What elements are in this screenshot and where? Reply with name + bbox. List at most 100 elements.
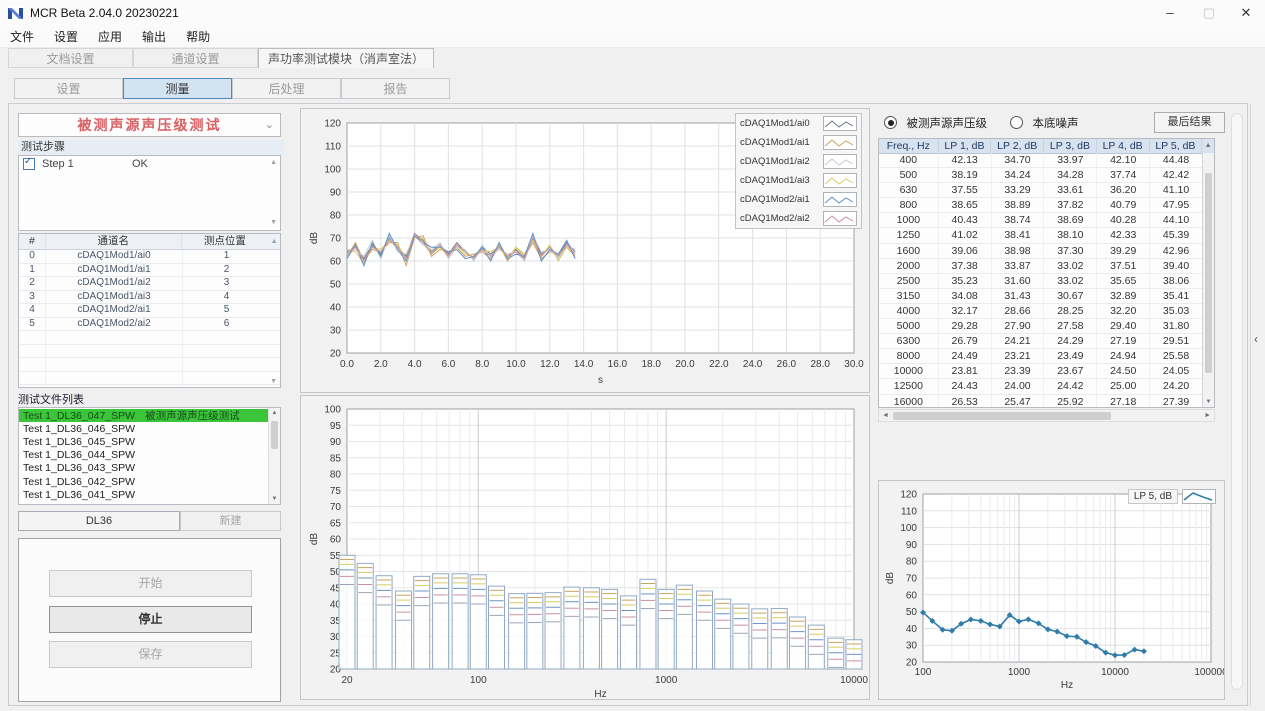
menu-item-3[interactable]: 输出 xyxy=(132,27,176,47)
steps-listbox[interactable]: Step 1 OK ▲ ▼ xyxy=(18,155,281,231)
table-row[interactable]: 125041.0238.4138.1042.3345.39 xyxy=(879,228,1202,243)
sub-tab-0[interactable]: 设置 xyxy=(14,78,123,99)
radio-source[interactable]: 被测声源声压级 xyxy=(884,114,987,132)
step-checkbox[interactable] xyxy=(23,158,35,170)
table-row[interactable]: 63037.5533.2933.6136.2041.10 xyxy=(879,183,1202,198)
main-tab-2[interactable]: 声功率测试模块（消声室法） xyxy=(258,48,434,68)
chevron-down-icon[interactable]: ⌄ xyxy=(265,118,274,131)
scroll-up-icon[interactable]: ▲ xyxy=(268,234,280,249)
table-row[interactable]: 160039.0638.9837.3039.2942.96 xyxy=(879,244,1202,259)
scroll-down-icon[interactable]: ▼ xyxy=(270,378,277,385)
result-col-header[interactable]: LP 3, dB xyxy=(1044,139,1097,153)
scroll-right-icon[interactable]: ► xyxy=(1204,412,1211,419)
sub-tab-3[interactable]: 报告 xyxy=(341,78,450,99)
menu-item-4[interactable]: 帮助 xyxy=(176,27,220,47)
table-row[interactable]: 1600026.5325.4725.9227.1827.39 xyxy=(879,395,1202,409)
step-name[interactable]: Step 1 xyxy=(42,158,132,170)
table-row[interactable] xyxy=(19,331,280,345)
result-col-header[interactable]: LP 2, dB xyxy=(991,139,1044,153)
radio-on-icon[interactable] xyxy=(884,116,897,129)
start-button[interactable]: 开始 xyxy=(49,570,252,597)
stop-button[interactable]: 停止 xyxy=(49,606,252,633)
menu-item-0[interactable]: 文件 xyxy=(0,27,44,47)
new-button[interactable]: 新建 xyxy=(180,511,281,531)
scroll-down-icon[interactable]: ▼ xyxy=(269,496,280,502)
scroll-thumb[interactable] xyxy=(271,421,278,449)
table-row[interactable]: 315034.0831.4330.6732.8935.41 xyxy=(879,289,1202,304)
table-row[interactable] xyxy=(19,372,280,386)
scroll-up-icon[interactable]: ▲ xyxy=(269,410,280,416)
scroll-down-icon[interactable]: ▼ xyxy=(1203,399,1214,405)
table-row[interactable]: 50038.1934.2434.2837.7442.42 xyxy=(879,168,1202,183)
table-row[interactable] xyxy=(19,385,280,388)
channel-table[interactable]: #通道名测点位置▲0cDAQ1Mod1/ai011cDAQ1Mod1/ai122… xyxy=(18,233,281,388)
collapse-left-icon[interactable]: ‹ xyxy=(1254,332,1258,346)
radio-background-noise[interactable]: 本底噪声 xyxy=(1010,114,1078,132)
list-item[interactable]: Test 1_DL36_046_SPW xyxy=(19,422,268,435)
table-row[interactable]: 0cDAQ1Mod1/ai01 xyxy=(19,250,280,264)
table-row[interactable]: 400032.1728.6628.2532.2035.03 xyxy=(879,304,1202,319)
scroll-up-icon[interactable]: ▲ xyxy=(1202,139,1214,153)
scroll-down-icon[interactable]: ▼ xyxy=(270,219,277,227)
table-row[interactable]: 800024.4923.2123.4924.9425.58 xyxy=(879,349,1202,364)
minimize-icon[interactable]: – xyxy=(1153,0,1187,26)
table-row[interactable]: 250035.2331.6033.0235.6538.06 xyxy=(879,274,1202,289)
table-row[interactable] xyxy=(19,358,280,372)
sub-tab-1[interactable]: 测量 xyxy=(123,78,232,99)
step-status: OK xyxy=(132,158,148,170)
maximize-icon[interactable]: ▢ xyxy=(1192,0,1226,26)
app-logo-icon xyxy=(8,6,23,21)
table-row[interactable]: 4cDAQ1Mod2/ai15 xyxy=(19,304,280,318)
final-result-button[interactable]: 最后结果 xyxy=(1154,112,1225,133)
table-row[interactable]: 40042.1334.7033.9742.1044.48 xyxy=(879,153,1202,168)
result-table-header: Freq., HzLP 1, dBLP 2, dBLP 3, dBLP 4, d… xyxy=(879,139,1214,154)
table-row[interactable]: 200037.3833.8733.0237.5139.40 xyxy=(879,259,1202,274)
dl36-button[interactable]: DL36 xyxy=(18,511,180,531)
list-item[interactable]: Test 1_DL36_042_SPW xyxy=(19,475,268,488)
svg-text:100: 100 xyxy=(900,523,917,534)
list-item[interactable]: Test 1_DL36_041_SPW xyxy=(19,488,268,501)
result-col-header[interactable]: LP 1, dB xyxy=(939,139,992,153)
menu-item-2[interactable]: 应用 xyxy=(88,27,132,47)
table-row[interactable]: 500029.2827.9027.5829.4031.80 xyxy=(879,319,1202,334)
test-type-combobox[interactable]: 被测声源声压级测试 ⌄ xyxy=(18,113,281,137)
legend-label: cDAQ1Mod1/ai0 xyxy=(740,118,823,129)
collapse-splitter[interactable]: ‹ xyxy=(1250,104,1264,706)
right-scroll-strip[interactable] xyxy=(1231,113,1243,690)
file-list-scrollbar[interactable]: ▲▼ xyxy=(268,408,280,504)
main-tab-1[interactable]: 通道设置 xyxy=(133,48,258,68)
table-row[interactable]: 100040.4338.7438.6940.2844.10 xyxy=(879,213,1202,228)
table-row[interactable]: 1000023.8123.3923.6724.5024.05 xyxy=(879,364,1202,379)
close-icon[interactable]: ✕ xyxy=(1229,0,1263,26)
result-col-header[interactable]: LP 4, dB xyxy=(1097,139,1150,153)
result-col-header[interactable]: Freq., Hz xyxy=(879,139,939,153)
main-tab-0[interactable]: 文档设置 xyxy=(8,48,133,68)
table-row[interactable]: 2cDAQ1Mod1/ai23 xyxy=(19,277,280,291)
list-item[interactable]: Test 1_DL36_043_SPW xyxy=(19,462,268,475)
hscroll-thumb[interactable] xyxy=(893,412,1111,420)
table-row[interactable]: 3cDAQ1Mod1/ai34 xyxy=(19,291,280,305)
channel-col-header: 测点位置 xyxy=(182,234,268,249)
test-file-list[interactable]: Test 1_DL36_047_SPW被测声源声压级测试Test 1_DL36_… xyxy=(18,407,281,505)
list-item[interactable]: Test 1_DL36_044_SPW xyxy=(19,449,268,462)
table-row[interactable]: 5cDAQ1Mod2/ai26 xyxy=(19,318,280,332)
radio-off-icon[interactable] xyxy=(1010,116,1023,129)
list-item[interactable]: Test 1_DL36_045_SPW xyxy=(19,435,268,448)
list-item[interactable]: Test 1_DL36_047_SPW被测声源声压级测试 xyxy=(19,409,268,422)
scroll-thumb[interactable] xyxy=(1205,173,1212,373)
file-name: Test 1_DL36_047_SPW xyxy=(23,410,135,422)
scroll-left-icon[interactable]: ◄ xyxy=(882,412,889,419)
sub-tab-2[interactable]: 后处理 xyxy=(232,78,341,99)
table-row[interactable]: 630026.7924.2124.2927.1929.51 xyxy=(879,334,1202,349)
result-col-header[interactable]: LP 5, dB xyxy=(1150,139,1203,153)
result-table[interactable]: Freq., HzLP 1, dBLP 2, dBLP 3, dBLP 4, d… xyxy=(878,138,1215,408)
menu-item-1[interactable]: 设置 xyxy=(44,27,88,47)
table-row[interactable] xyxy=(19,345,280,359)
table-row[interactable]: 1250024.4324.0024.4225.0024.20 xyxy=(879,379,1202,394)
scroll-up-icon[interactable]: ▲ xyxy=(270,159,277,167)
result-table-vscrollbar[interactable]: ▼ xyxy=(1202,153,1214,407)
table-row[interactable]: 1cDAQ1Mod1/ai12 xyxy=(19,264,280,278)
table-row[interactable]: 80038.6538.8937.8240.7947.95 xyxy=(879,198,1202,213)
save-button[interactable]: 保存 xyxy=(49,641,252,668)
result-table-hscrollbar[interactable]: ◄ ► xyxy=(878,409,1215,422)
